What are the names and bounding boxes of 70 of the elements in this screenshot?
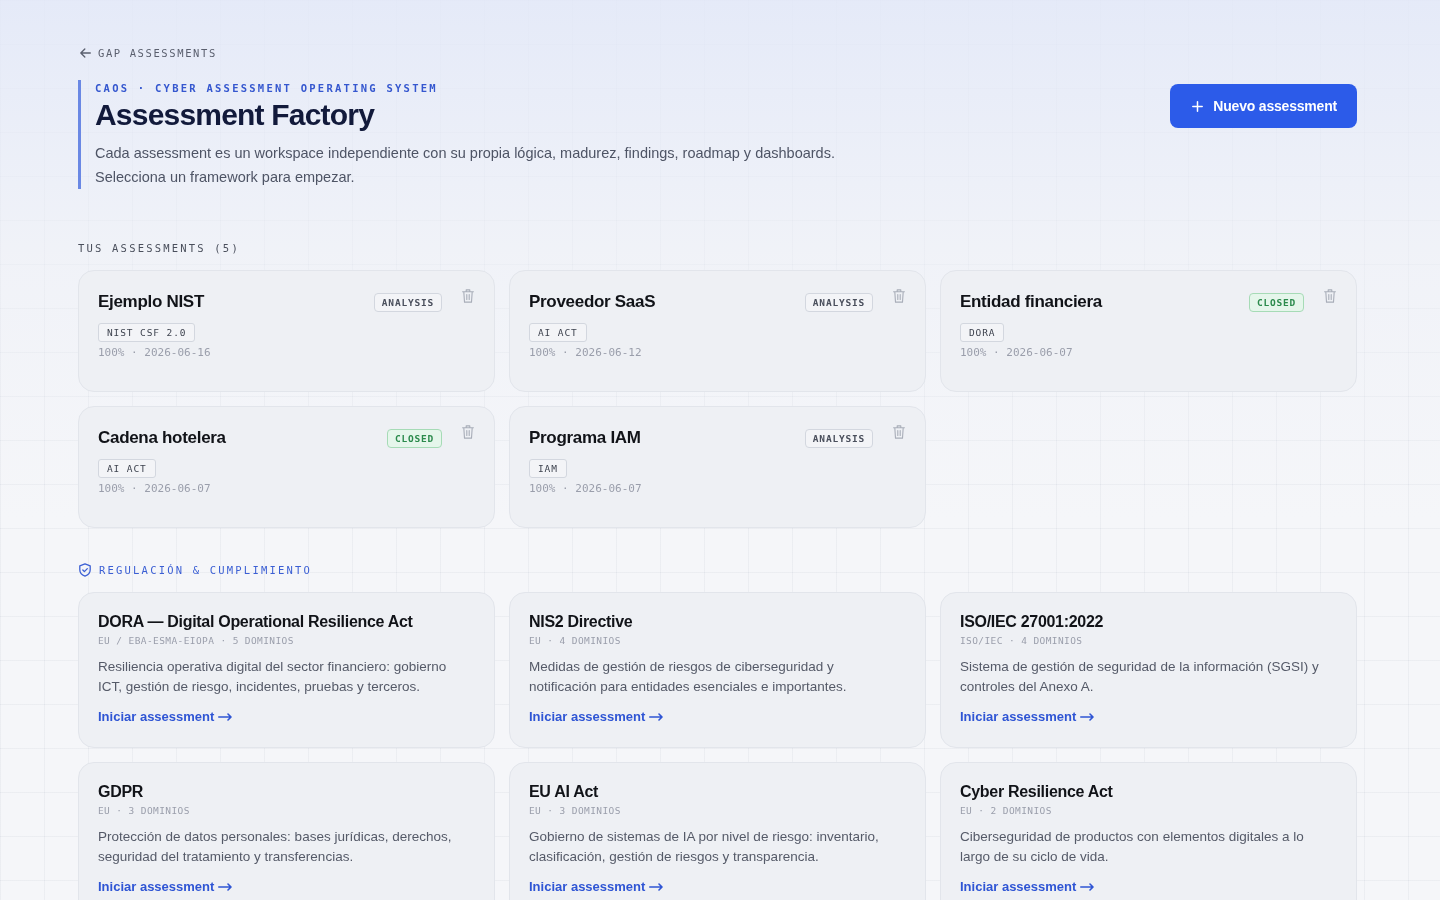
framework-tag: DORA	[960, 323, 1005, 342]
arrow-right-icon	[649, 713, 664, 721]
trash-icon[interactable]	[462, 289, 474, 303]
status-badge: CLOSED	[1248, 292, 1304, 312]
trash-icon[interactable]	[893, 425, 905, 439]
framework-description: Resiliencia operativa digital del sector financiero: gobierno ICT, gestión de riesgo, incidentes, pruebas y terceros.	[98, 658, 448, 696]
start-assessment-link[interactable]: Iniciar assessment	[960, 708, 1095, 726]
framework-tag: IAM	[529, 459, 567, 478]
framework-meta: ISO/IEC · 4 DOMINIOS	[960, 634, 1084, 648]
assessment-title: Entidad financiera	[960, 292, 1104, 312]
assessment-title: Cadena hotelera	[98, 428, 227, 448]
assessment-title: Programa IAM	[529, 428, 642, 448]
assessment-card[interactable]: Proveedor SaaS ANALYSIS AI ACT 100% · 2026-06-12	[509, 270, 926, 392]
framework-description: Ciberseguridad de productos con elementos digitales a lo largo de su ciclo de vida.	[960, 828, 1305, 866]
start-assessment-link[interactable]: Iniciar assessment	[960, 878, 1095, 896]
trash-icon[interactable]	[1324, 289, 1336, 303]
eyebrow-text: CAOS · CYBER ASSESSMENT OPERATING SYSTEM	[95, 81, 439, 95]
trash-icon[interactable]	[893, 289, 905, 303]
arrow-right-icon	[218, 883, 233, 891]
assessment-meta: 100% · 2026-06-07	[98, 482, 211, 495]
framework-title: NIS2 Directive	[529, 612, 634, 632]
framework-title: ISO/IEC 27001:2022	[960, 612, 1105, 632]
status-badge: ANALYSIS	[804, 428, 873, 448]
section-heading: REGULACIÓN & CUMPLIMIENTO	[99, 563, 313, 577]
start-assessment-link[interactable]: Iniciar assessment	[529, 708, 664, 726]
framework-tag: AI ACT	[98, 459, 156, 478]
shield-check-icon	[79, 563, 91, 577]
arrow-left-icon	[80, 48, 91, 58]
trash-icon[interactable]	[462, 425, 474, 439]
assessment-meta: 100% · 2026-06-07	[529, 482, 642, 495]
arrow-right-icon	[218, 713, 233, 721]
assessment-meta: 100% · 2026-06-16	[98, 346, 211, 359]
framework-meta: EU · 4 DOMINIOS	[529, 634, 622, 648]
status-badge: CLOSED	[386, 428, 442, 448]
framework-meta: EU · 3 DOMINIOS	[529, 804, 622, 818]
assessment-meta: 100% · 2026-06-07	[960, 346, 1073, 359]
plus-icon	[1192, 100, 1204, 112]
status-badge: ANALYSIS	[804, 292, 873, 312]
page-description: Cada assessment es un workspace independiente con su propia lógica, madurez, findings, roadmap y dashboards. Selecciona un framework para empezar.	[95, 144, 836, 187]
page-title: Assessment Factory	[95, 97, 376, 133]
assessment-card[interactable]: Programa IAM ANALYSIS IAM 100% · 2026-06-07	[509, 406, 926, 528]
framework-meta: EU · 3 DOMINIOS	[98, 804, 191, 818]
assessment-card[interactable]: Ejemplo NIST ANALYSIS NIST CSF 2.0 100% · 2026-06-16	[78, 270, 495, 392]
arrow-right-icon	[649, 883, 664, 891]
assessment-title: Ejemplo NIST	[98, 292, 206, 312]
framework-description: Gobierno de sistemas de IA por nivel de riesgo: inventario, clasificación, gestión de riesgos y transparencia.	[529, 828, 880, 866]
framework-meta: EU / EBA-ESMA-EIOPA · 5 DOMINIOS	[98, 634, 295, 648]
start-assessment-link[interactable]: Iniciar assessment	[98, 708, 233, 726]
arrow-right-icon	[1080, 713, 1095, 721]
arrow-right-icon	[1080, 883, 1095, 891]
assessment-title: Proveedor SaaS	[529, 292, 657, 312]
section-heading: TUS ASSESSMENTS (5)	[78, 241, 240, 255]
assessment-card[interactable]: Entidad financiera CLOSED DORA 100% · 2026-06-07	[940, 270, 1357, 392]
assessment-card[interactable]: Cadena hotelera CLOSED AI ACT 100% · 2026-06-07	[78, 406, 495, 528]
status-badge: ANALYSIS	[373, 292, 442, 312]
framework-description: Medidas de gestión de riesgos de ciberseguridad y notificación para entidades esenciales e importantes.	[529, 658, 848, 696]
framework-title: GDPR	[98, 782, 145, 802]
back-link[interactable]: GAP ASSESSMENTS	[80, 46, 217, 60]
framework-tag: NIST CSF 2.0	[98, 323, 196, 342]
framework-meta: EU · 2 DOMINIOS	[960, 804, 1053, 818]
new-assessment-button[interactable]: Nuevo assessment	[1170, 84, 1357, 128]
framework-description: Protección de datos personales: bases jurídicas, derechos, seguridad del tratamiento y transferencias.	[98, 828, 453, 866]
start-assessment-link[interactable]: Iniciar assessment	[98, 878, 233, 896]
assessment-meta: 100% · 2026-06-12	[529, 346, 642, 359]
framework-title: DORA — Digital Operational Resilience Act	[98, 612, 414, 632]
start-assessment-link[interactable]: Iniciar assessment	[529, 878, 664, 896]
framework-tag: AI ACT	[529, 323, 587, 342]
framework-description: Sistema de gestión de seguridad de la información (SGSI) y controles del Anexo A.	[960, 658, 1320, 696]
framework-title: Cyber Resilience Act	[960, 782, 1114, 802]
framework-title: EU AI Act	[529, 782, 599, 802]
